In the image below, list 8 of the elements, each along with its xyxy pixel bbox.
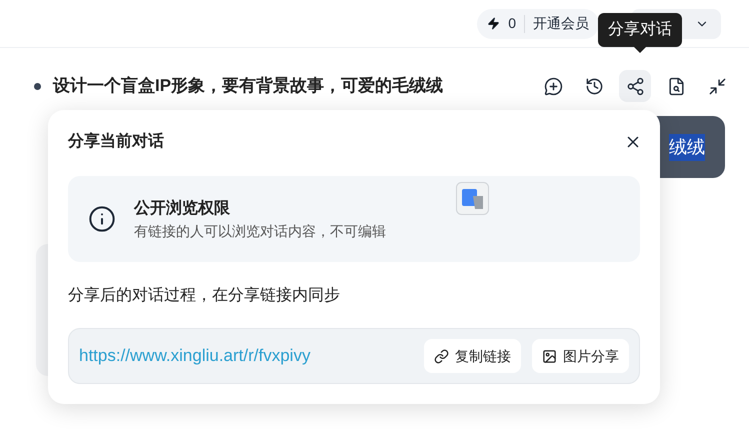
dialog-title: 分享当前对话 (68, 131, 164, 152)
tooltip: 分享对话 (598, 13, 682, 47)
message-text: 绒绒 (669, 134, 705, 160)
permission-title: 公开浏览权限 (134, 198, 231, 218)
sync-note: 分享后的对话过程，在分享链接内同步 (68, 286, 341, 306)
permission-description: 有链接的人可以浏览对话内容，不可编辑 (134, 222, 386, 240)
credits-count: 0 (508, 14, 516, 33)
conversation-title: 设计一个盲盒IP形象，要有背景故事，可爱的毛绒绒 (53, 75, 444, 98)
